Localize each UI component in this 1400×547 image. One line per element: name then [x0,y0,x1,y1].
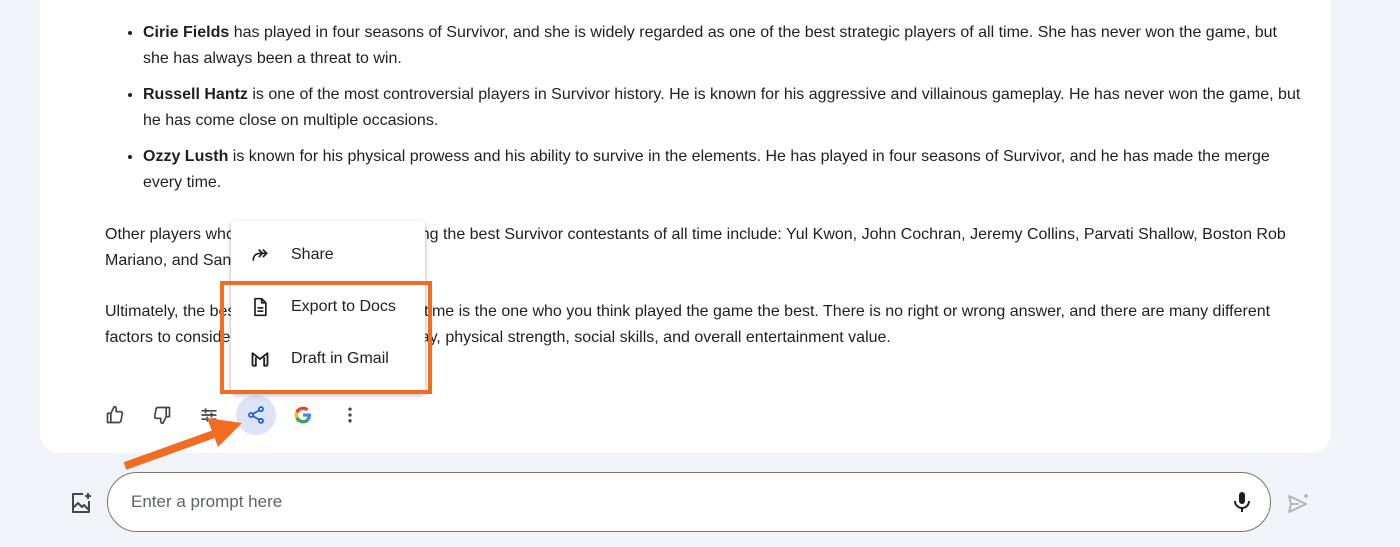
thumbs-down-icon [153,406,171,425]
thumbs-down-button[interactable] [142,395,182,435]
list-item: Cirie Fields has played in four seasons … [143,20,1303,72]
highlight-box [220,281,432,394]
list-item: Ozzy Lusth is known for his physical pro… [143,144,1303,196]
thumbs-up-button[interactable] [95,395,135,435]
send-button[interactable] [1286,492,1310,516]
prompt-input[interactable] [129,491,1193,513]
modify-response-icon [201,408,217,422]
menu-item-label: Share [291,246,334,263]
add-image-button[interactable] [69,491,93,515]
share-button[interactable] [236,395,276,435]
menu-item-share[interactable]: Share [231,233,425,277]
add-image-icon [72,493,91,513]
list-item: Russell Hantz is one of the most controv… [143,82,1303,134]
google-icon [294,406,311,424]
mic-button[interactable] [1230,490,1254,514]
share-arrow-icon [250,245,270,265]
google-search-button[interactable] [283,395,323,435]
modify-response-button[interactable] [189,395,229,435]
prompt-box [107,472,1271,532]
thumbs-up-icon [106,405,124,424]
share-icon [248,406,264,424]
response-actions [95,395,377,435]
send-icon [1288,494,1308,513]
more-options-button[interactable] [330,395,370,435]
player-list: Cirie Fields has played in four seasons … [105,20,1303,206]
more-vert-icon [348,407,352,423]
mic-icon [1234,492,1250,512]
